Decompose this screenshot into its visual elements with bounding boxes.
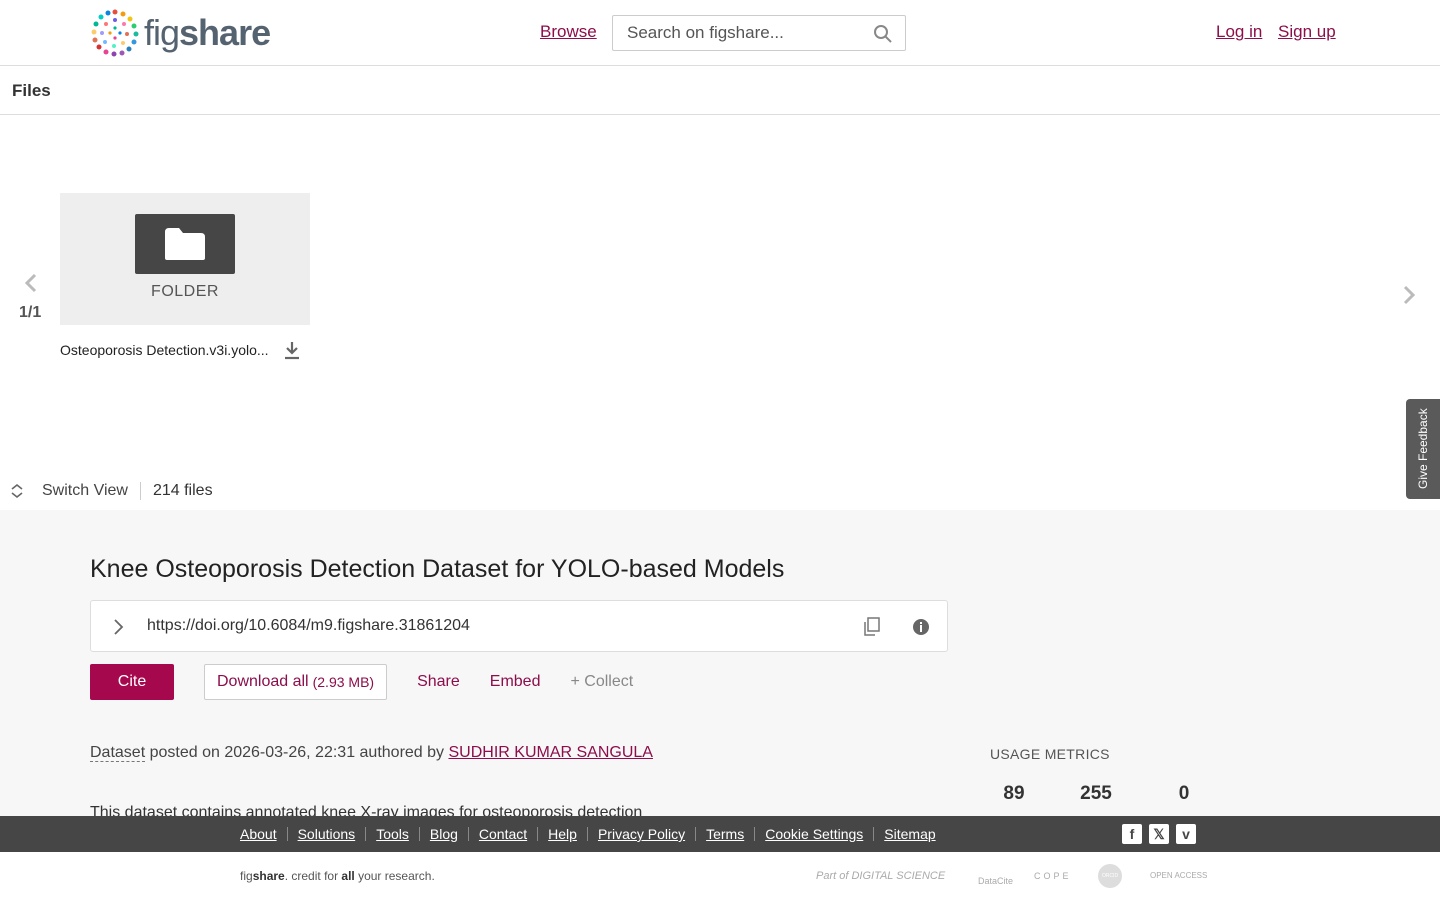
footer-nav: About Solutions Tools Blog Contact Help …: [0, 816, 1440, 852]
switch-view-icon[interactable]: [10, 483, 24, 499]
divider: [139, 482, 141, 500]
search-icon[interactable]: [873, 24, 893, 44]
vimeo-icon[interactable]: v: [1176, 824, 1196, 844]
posted-text: posted on 2026-03-26, 22:31 authored by: [145, 744, 449, 761]
datacite-logo[interactable]: DataCite: [978, 876, 1013, 886]
files-heading: Files: [12, 81, 51, 100]
metric-value: 255: [1080, 783, 1112, 804]
site-header: figshare Browse Search on figshare... Lo…: [0, 0, 1440, 66]
download-icon[interactable]: [283, 340, 301, 360]
switch-view-button[interactable]: Switch View: [42, 482, 128, 500]
copy-icon[interactable]: [863, 617, 881, 637]
divider: [418, 827, 420, 841]
doi-box: https://doi.org/10.6084/m9.figshare.3186…: [90, 600, 948, 652]
posted-info: Dataset posted on 2026-03-26, 22:31 auth…: [90, 744, 653, 762]
give-feedback-label: Give Feedback: [1416, 408, 1430, 489]
expand-chevron-icon[interactable]: [111, 617, 125, 637]
download-all-button[interactable]: Download all (2.93 MB): [204, 664, 388, 700]
files-bar: Files: [0, 66, 1440, 115]
item-type[interactable]: Dataset: [90, 744, 146, 762]
footer-tagline: figshare. credit for all your research.: [240, 869, 435, 883]
footer-link-help[interactable]: Help: [548, 826, 577, 842]
divider: [695, 827, 697, 841]
footer-link-tools[interactable]: Tools: [376, 826, 409, 842]
give-feedback-tab[interactable]: Give Feedback: [1406, 399, 1440, 499]
author-link[interactable]: SUDHIR KUMAR SANGULA: [448, 744, 652, 761]
divider: [586, 827, 588, 841]
footer-link-solutions[interactable]: Solutions: [298, 826, 356, 842]
footer-link-privacy[interactable]: Privacy Policy: [598, 826, 685, 842]
footer-link-about[interactable]: About: [240, 826, 277, 842]
search-input[interactable]: Search on figshare...: [612, 15, 906, 51]
download-all-label: Download all: [217, 673, 309, 690]
divider: [467, 827, 469, 841]
figshare-logo[interactable]: figshare: [90, 8, 271, 58]
footer-link-list: About Solutions Tools Blog Contact Help …: [240, 826, 936, 842]
download-size: (2.93 MB): [312, 674, 375, 690]
file-name[interactable]: Osteoporosis Detection.v3i.yolo...: [60, 342, 274, 358]
browse-link[interactable]: Browse: [540, 22, 597, 42]
facebook-icon[interactable]: f: [1122, 824, 1142, 844]
footer-bottom: figshare. credit for all your research. …: [0, 852, 1440, 900]
chevron-left-icon[interactable]: [20, 272, 42, 294]
switch-view-bar: Switch View 214 files: [10, 482, 213, 500]
orcid-logo[interactable]: ORCID: [1098, 864, 1122, 888]
divider: [754, 827, 756, 841]
x-icon[interactable]: 𝕏: [1149, 824, 1169, 844]
collect-button[interactable]: + Collect: [570, 673, 633, 691]
divider: [286, 827, 288, 841]
page-indicator: 1/1: [19, 304, 42, 321]
folder-icon: [165, 228, 205, 260]
usage-metrics-heading: USAGE METRICS: [990, 746, 1110, 762]
doi-url[interactable]: https://doi.org/10.6084/m9.figshare.3186…: [147, 617, 470, 635]
digital-science-logo[interactable]: Part of DIGITAL SCIENCE: [816, 870, 945, 882]
info-icon[interactable]: [911, 617, 931, 637]
footer-link-cookie-settings[interactable]: Cookie Settings: [765, 826, 863, 842]
divider: [873, 827, 875, 841]
file-count: 214 files: [152, 482, 213, 499]
file-type-label: FOLDER: [151, 283, 219, 300]
login-link[interactable]: Log in: [1216, 22, 1262, 42]
open-access-logo[interactable]: OPEN ACCESS: [1150, 871, 1207, 880]
footer-link-contact[interactable]: Contact: [479, 826, 527, 842]
cope-logo[interactable]: COPE: [1034, 871, 1072, 881]
chevron-right-icon[interactable]: [1398, 284, 1420, 306]
footer-link-sitemap[interactable]: Sitemap: [884, 826, 935, 842]
cite-button[interactable]: Cite: [90, 664, 174, 700]
signup-link[interactable]: Sign up: [1278, 22, 1336, 42]
logo-wordmark: figshare: [144, 12, 271, 53]
metric-value: 0: [1178, 783, 1190, 804]
share-button[interactable]: Share: [417, 673, 460, 691]
dataset-title: Knee Osteoporosis Detection Dataset for …: [90, 555, 785, 583]
figshare-logo-icon: [91, 9, 139, 57]
footer-link-blog[interactable]: Blog: [430, 826, 458, 842]
divider: [365, 827, 367, 841]
folder-thumbnail: [135, 214, 235, 274]
footer-link-terms[interactable]: Terms: [706, 826, 744, 842]
action-bar: Cite Download all (2.93 MB) Share Embed …: [90, 664, 633, 700]
search-placeholder: Search on figshare...: [627, 23, 784, 42]
embed-button[interactable]: Embed: [490, 673, 541, 691]
metric-value: 89: [1003, 783, 1025, 804]
divider: [537, 827, 539, 841]
dataset-details: Knee Osteoporosis Detection Dataset for …: [0, 510, 1440, 821]
file-card[interactable]: FOLDER: [60, 193, 310, 325]
